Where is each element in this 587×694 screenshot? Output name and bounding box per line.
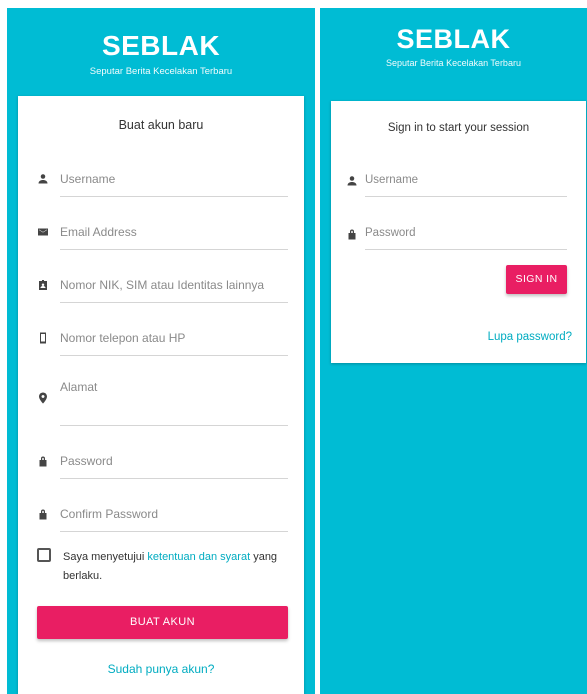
address-underline <box>60 425 288 426</box>
register-card: Buat akun baru Username Email Address No… <box>18 96 304 694</box>
password-placeholder: Password <box>60 454 113 468</box>
location-icon <box>37 392 49 404</box>
username-underline <box>60 196 288 197</box>
email-icon <box>37 226 49 238</box>
person-icon <box>346 175 358 187</box>
register-screen: SEBLAK Seputar Berita Kecelakan Terbaru … <box>7 8 315 694</box>
brand-header: SEBLAK Seputar Berita Kecelakan Terbaru <box>7 28 315 77</box>
register-heading: Buat akun baru <box>118 118 204 132</box>
app-title: SEBLAK <box>396 24 511 54</box>
email-underline <box>60 249 288 250</box>
login-password-placeholder: Password <box>365 227 416 239</box>
login-card: Sign in to start your session Username P… <box>331 101 586 363</box>
id-number-underline <box>60 302 288 303</box>
phone-icon <box>37 332 49 344</box>
terms-prefix: Saya menyetujui <box>63 551 148 563</box>
login-password-underline <box>365 249 567 250</box>
id-number-placeholder: Nomor NIK, SIM atau Identitas lainnya <box>60 278 265 292</box>
brand-header: SEBLAK Seputar Berita Kecelakan Terbaru <box>320 22 587 68</box>
username-placeholder: Username <box>60 172 116 186</box>
terms-checkbox[interactable] <box>37 548 51 562</box>
lock-icon <box>37 455 49 467</box>
create-account-button[interactable]: BUAT AKUN <box>37 606 288 639</box>
app-subtitle: Seputar Berita Kecelakan Terbaru <box>89 66 233 77</box>
confirm-password-placeholder: Confirm Password <box>60 507 159 521</box>
person-icon <box>37 173 49 185</box>
login-username-placeholder: Username <box>365 174 419 186</box>
lock-icon <box>37 508 49 520</box>
have-account-link[interactable]: Sudah punya akun? <box>18 662 304 676</box>
forgot-password-link[interactable]: Lupa password? <box>488 331 572 343</box>
terms-link[interactable]: ketentuan dan syarat <box>147 551 250 563</box>
confirm-password-underline <box>60 531 288 532</box>
app-title: SEBLAK <box>101 30 221 61</box>
login-heading: Sign in to start your session <box>387 122 530 134</box>
password-underline <box>60 478 288 479</box>
phone-placeholder: Nomor telepon atau HP <box>60 331 186 345</box>
address-placeholder: Alamat <box>60 380 98 394</box>
login-username-underline <box>365 196 567 197</box>
lock-icon <box>346 228 358 240</box>
terms-text: Saya menyetujui ketentuan dan syarat yan… <box>63 548 283 586</box>
app-subtitle: Seputar Berita Kecelakan Terbaru <box>386 58 521 68</box>
phone-underline <box>60 355 288 356</box>
sign-in-button[interactable]: SIGN IN <box>506 265 567 294</box>
login-screen: SEBLAK Seputar Berita Kecelakan Terbaru … <box>320 8 587 694</box>
email-placeholder: Email Address <box>60 225 137 239</box>
id-badge-icon <box>37 279 49 291</box>
